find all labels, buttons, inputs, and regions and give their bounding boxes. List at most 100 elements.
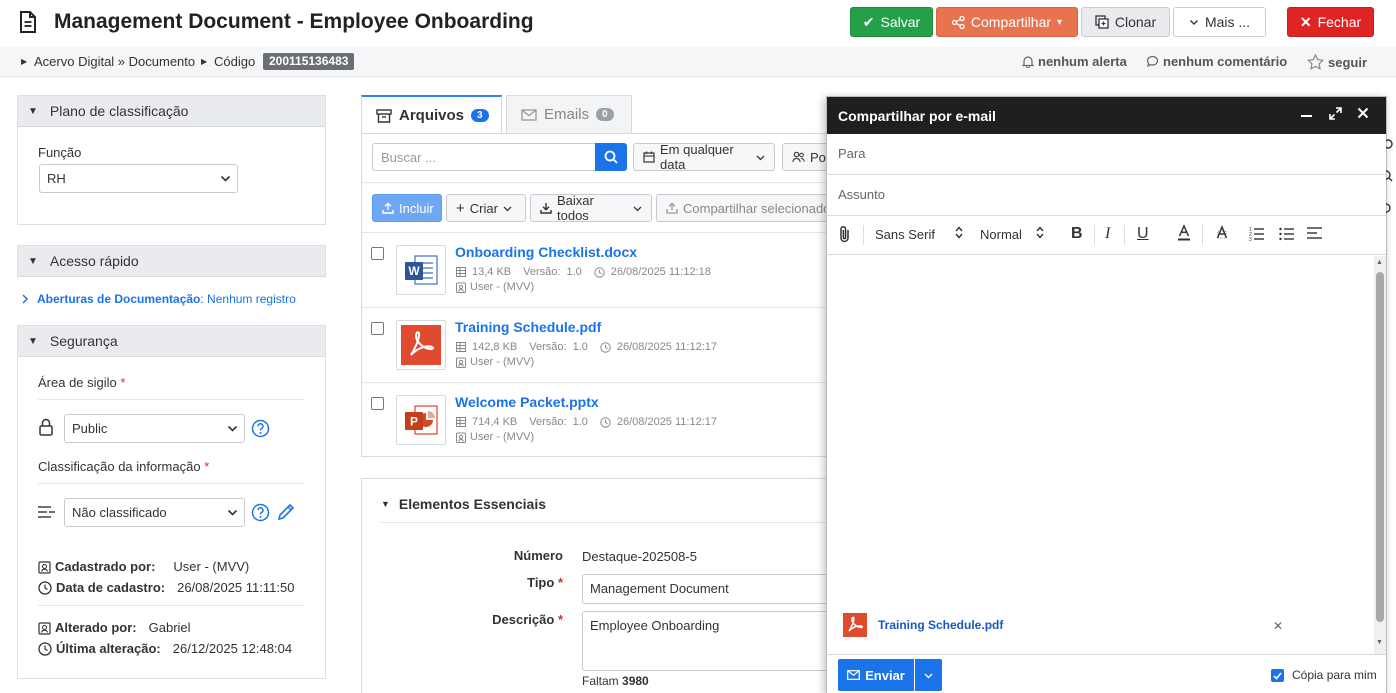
side-link-icon[interactable] bbox=[1386, 202, 1396, 216]
info-class-select[interactable]: Não classificado bbox=[64, 498, 245, 527]
share-selected-button[interactable]: Compartilhar selecionados bbox=[656, 194, 832, 222]
download-all-button[interactable]: Baixar todos bbox=[530, 193, 652, 223]
remaining-value: 3980 bbox=[622, 674, 649, 688]
changed-date-value: 26/12/2025 12:48:04 bbox=[172, 641, 293, 656]
dialog-footer: Enviar Cópia para mim bbox=[827, 654, 1386, 693]
bold-icon[interactable]: B bbox=[1071, 225, 1083, 243]
scroll-up-icon[interactable]: ▲ bbox=[1376, 259, 1383, 266]
updown-icon bbox=[1036, 226, 1044, 239]
copy-to-me-checkbox[interactable] bbox=[1271, 669, 1284, 682]
chevron-right-icon bbox=[21, 294, 29, 304]
word-file-icon: W bbox=[396, 245, 446, 295]
alerts-link[interactable]: nenhum alerta bbox=[1022, 54, 1127, 69]
side-icon[interactable] bbox=[1386, 138, 1396, 150]
message-editor[interactable]: Training Schedule.pdf ✕ bbox=[827, 256, 1374, 654]
edit-pencil-icon[interactable] bbox=[276, 502, 296, 522]
align-left-icon[interactable] bbox=[1307, 227, 1322, 240]
type-input[interactable]: Management Document bbox=[582, 574, 842, 604]
save-button[interactable]: ✔ Salvar bbox=[850, 7, 933, 37]
clone-icon bbox=[1095, 15, 1109, 29]
close-button[interactable]: ✕ Fechar bbox=[1287, 7, 1374, 37]
person-filter-button[interactable]: Por bbox=[782, 143, 832, 171]
svg-text:P: P bbox=[410, 415, 418, 429]
follow-link[interactable]: seguir bbox=[1307, 54, 1367, 70]
create-button[interactable]: + Criar bbox=[446, 194, 526, 222]
code-badge: 200115136483 bbox=[263, 53, 355, 70]
file-row[interactable]: P Welcome Packet.pptx 714,4 KB Versão: 1… bbox=[362, 382, 840, 457]
classification-header[interactable]: ▼ Plano de classificação bbox=[18, 96, 325, 127]
tab-files[interactable]: Arquivos 3 bbox=[361, 95, 502, 134]
attachment-item: Training Schedule.pdf bbox=[843, 613, 1003, 637]
send-options-button[interactable] bbox=[915, 659, 942, 691]
description-label-text: Descrição bbox=[492, 612, 555, 627]
file-checkbox[interactable] bbox=[371, 247, 384, 260]
font-family-select[interactable]: Sans Serif bbox=[875, 227, 935, 242]
comments-link[interactable]: nenhum comentário bbox=[1146, 54, 1287, 69]
file-row[interactable]: Training Schedule.pdf 142,8 KB Versão: 1… bbox=[362, 307, 840, 382]
clock-icon bbox=[600, 416, 611, 428]
font-size-select[interactable]: Normal bbox=[980, 227, 1022, 242]
security-header[interactable]: ▼ Segurança bbox=[18, 326, 325, 357]
file-date: 26/08/2025 11:12:18 bbox=[610, 266, 711, 278]
share-label: Compartilhar bbox=[970, 14, 1052, 30]
secrecy-select[interactable]: Public bbox=[64, 414, 245, 443]
clone-button[interactable]: Clonar bbox=[1081, 7, 1170, 37]
function-select[interactable]: RH bbox=[39, 164, 238, 193]
remove-attachment-icon[interactable]: ✕ bbox=[1273, 619, 1283, 633]
search-input[interactable]: Buscar ... bbox=[372, 143, 596, 171]
file-name-link[interactable]: Onboarding Checklist.docx bbox=[455, 244, 637, 260]
share-selected-label: Compartilhar selecionados bbox=[683, 200, 832, 216]
help-icon[interactable] bbox=[251, 419, 270, 438]
share-button[interactable]: Compartilhar ▾ bbox=[936, 7, 1078, 37]
archive-icon bbox=[376, 108, 392, 123]
ordered-list-icon[interactable]: 123 bbox=[1249, 226, 1264, 241]
quick-access-header[interactable]: ▼ Acesso rápido bbox=[18, 246, 325, 277]
underline-icon[interactable]: U bbox=[1137, 225, 1149, 243]
close-icon[interactable] bbox=[1357, 107, 1369, 119]
date-filter-button[interactable]: Em qualquer data bbox=[633, 142, 775, 172]
maximize-icon[interactable] bbox=[1329, 107, 1342, 120]
minimize-icon[interactable] bbox=[1301, 115, 1312, 117]
emails-count-badge: 0 bbox=[596, 108, 614, 121]
scrollbar[interactable]: ▲ ▼ bbox=[1374, 256, 1386, 654]
dialog-title: Compartilhar por e-mail bbox=[838, 107, 996, 124]
scrollbar-thumb[interactable] bbox=[1376, 272, 1384, 622]
file-name-link[interactable]: Welcome Packet.pptx bbox=[455, 394, 599, 410]
divider bbox=[38, 399, 304, 400]
attachment-name[interactable]: Training Schedule.pdf bbox=[878, 618, 1003, 632]
help-icon[interactable] bbox=[251, 503, 270, 522]
search-button[interactable] bbox=[595, 143, 627, 171]
send-button[interactable]: Enviar bbox=[838, 659, 914, 691]
text-color-icon[interactable] bbox=[1177, 224, 1191, 242]
file-name-link[interactable]: Training Schedule.pdf bbox=[455, 319, 601, 335]
files-count-badge: 3 bbox=[471, 109, 489, 122]
file-checkbox[interactable] bbox=[371, 322, 384, 335]
subject-placeholder: Assunto bbox=[838, 187, 885, 202]
breadcrumb-path[interactable]: Acervo Digital » Documento bbox=[34, 54, 195, 69]
quick-access-item[interactable]: Aberturas de Documentação: Nenhum regist… bbox=[21, 292, 296, 306]
essentials-header[interactable]: ▼ Elementos Essenciais bbox=[381, 496, 546, 512]
to-placeholder: Para bbox=[838, 146, 866, 161]
subject-field[interactable]: Assunto bbox=[827, 175, 1386, 216]
file-checkbox[interactable] bbox=[371, 397, 384, 410]
user-badge-icon bbox=[456, 357, 466, 368]
file-version: 1.0 bbox=[572, 416, 588, 428]
file-meta: 13,4 KB Versão: 1.0 26/08/2025 11:12:18 bbox=[456, 266, 711, 278]
include-button[interactable]: Incluir bbox=[372, 194, 442, 222]
attach-icon[interactable] bbox=[838, 225, 852, 243]
quick-access-link[interactable]: Aberturas de Documentação bbox=[37, 292, 200, 306]
more-label: Mais ... bbox=[1204, 14, 1251, 30]
file-row[interactable]: W Onboarding Checklist.docx 13,4 KB Vers… bbox=[362, 232, 840, 307]
highlight-icon[interactable] bbox=[1215, 225, 1229, 241]
tab-emails[interactable]: Emails 0 bbox=[506, 95, 632, 133]
created-date-row: Data de cadastro: 26/08/2025 11:11:50 bbox=[38, 580, 294, 595]
file-user-name: User - (MVV) bbox=[470, 431, 535, 443]
more-button[interactable]: Mais ... bbox=[1173, 7, 1266, 37]
to-field[interactable]: Para bbox=[827, 134, 1386, 175]
scroll-down-icon[interactable]: ▼ bbox=[1376, 639, 1383, 646]
bullet-list-icon[interactable] bbox=[1279, 226, 1294, 241]
description-textarea[interactable]: Employee Onboarding bbox=[582, 611, 842, 671]
file-version: 1.0 bbox=[572, 341, 588, 353]
italic-icon[interactable]: I bbox=[1105, 225, 1110, 243]
side-search-icon[interactable] bbox=[1386, 170, 1396, 184]
